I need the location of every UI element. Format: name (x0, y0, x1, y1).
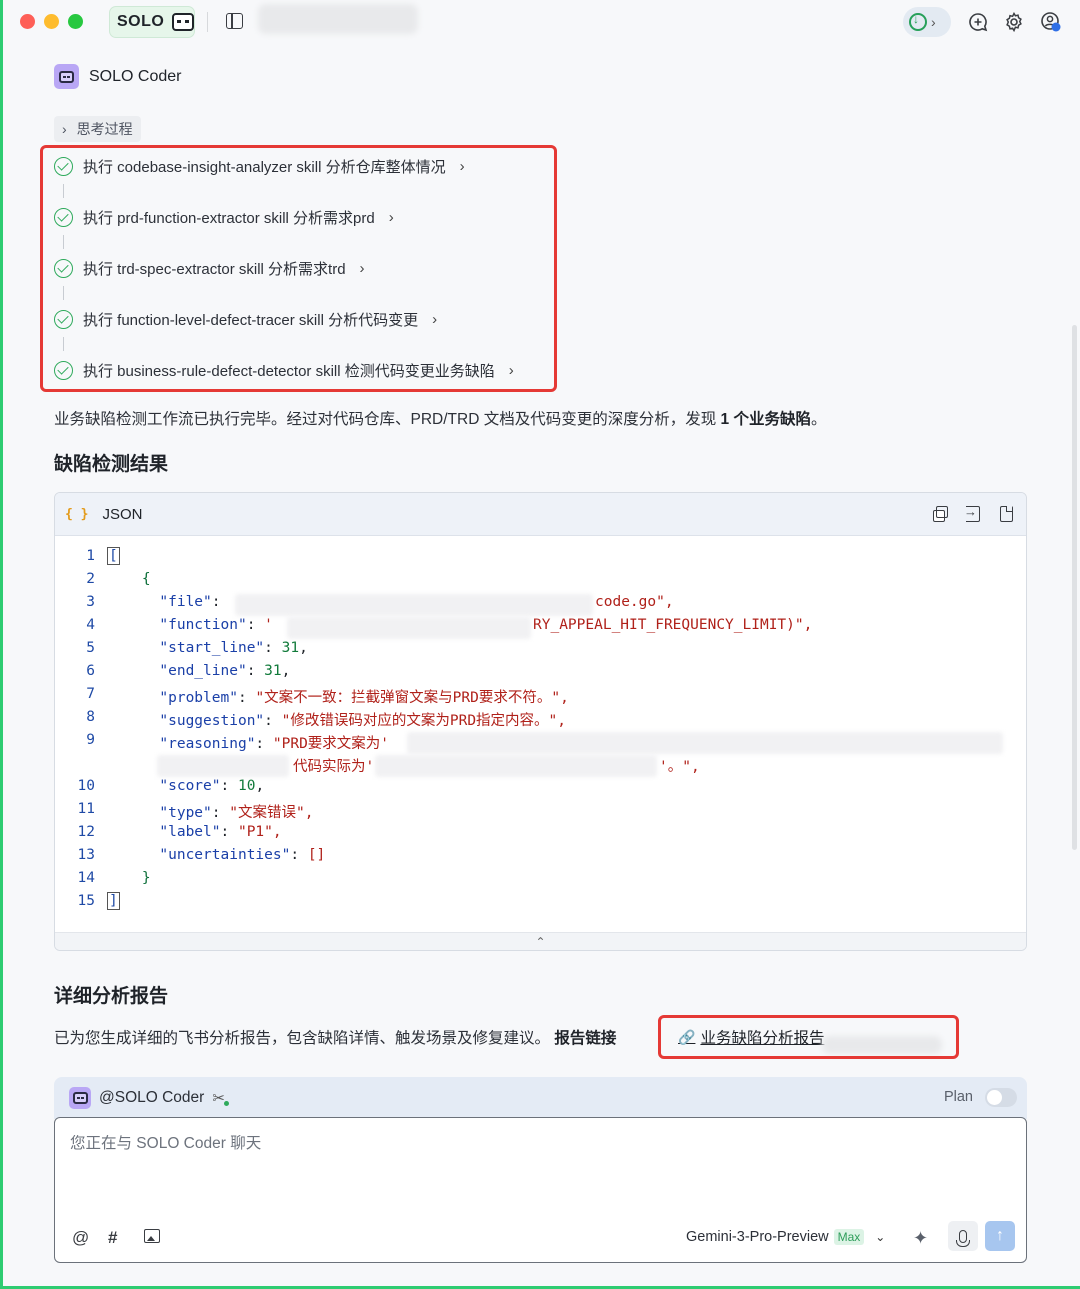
solo-badge-label: SOLO (117, 13, 165, 30)
voice-input-button[interactable] (948, 1221, 978, 1251)
title-bar: SOLO › (0, 0, 1080, 44)
report-text: 已为您生成详细的飞书分析报告，包含缺陷详情、触发场景及修复建议。 报告链接 (54, 1026, 616, 1048)
file-icon[interactable] (997, 505, 1014, 522)
close-window-button[interactable] (20, 14, 35, 29)
model-tier-badge: Max (833, 1229, 865, 1245)
report-body: 已为您生成详细的飞书分析报告，包含缺陷详情、触发场景及修复建议。 (54, 1030, 555, 1047)
collapse-code-button[interactable]: ⌃ (55, 932, 1026, 950)
image-icon[interactable] (144, 1229, 160, 1243)
zoom-window-button[interactable] (68, 14, 83, 29)
model-select[interactable]: Gemini-3-Pro-Preview Max ⌄ (686, 1229, 885, 1245)
composer-header: @SOLO Coder ✂ Plan (54, 1077, 1027, 1119)
robot-icon (72, 1092, 88, 1104)
chevron-up-icon: ⌃ (535, 935, 546, 949)
thinking-process-toggle[interactable]: › 思考过程 (54, 116, 141, 142)
plan-toggle[interactable] (985, 1088, 1017, 1107)
redacted-value (157, 755, 289, 777)
titlebar-divider (207, 12, 208, 32)
model-name: Gemini-3-Pro-Preview (686, 1229, 829, 1245)
chevron-down-icon: ⌄ (875, 1230, 886, 1244)
summary-text: 业务缺陷检测工作流已执行完毕。经过对代码仓库、PRD/TRD 文档及代码变更的深… (54, 407, 826, 429)
send-button[interactable]: ↑ (985, 1221, 1015, 1251)
insert-icon[interactable] (964, 504, 981, 522)
agent-name: SOLO Coder (89, 67, 182, 85)
sidebar-toggle-icon[interactable] (226, 13, 243, 29)
agent-mention[interactable]: @SOLO Coder (99, 1089, 204, 1107)
report-heading: 详细分析报告 (54, 986, 169, 1007)
chevron-right-icon: › (931, 14, 936, 30)
tools-icon[interactable]: ✂ (212, 1089, 229, 1107)
summary-tail: 。 (810, 411, 827, 428)
gear-icon[interactable] (1003, 11, 1025, 33)
chevron-right-icon: › (62, 121, 67, 137)
mention-icon[interactable]: @ (72, 1228, 89, 1248)
report-link-label: 报告链接 (554, 1030, 617, 1047)
code-language: JSON (102, 505, 143, 523)
agent-avatar (69, 1087, 91, 1109)
redacted-value (407, 732, 1003, 754)
results-heading: 缺陷检测结果 (54, 454, 169, 475)
copy-icon[interactable] (931, 505, 948, 522)
redacted-value (375, 755, 657, 777)
new-chat-icon[interactable] (967, 11, 989, 33)
sparkle-icon[interactable]: ✦ (913, 1228, 928, 1249)
highlight-box-steps (40, 145, 557, 392)
update-icon (909, 12, 927, 31)
redacted-title (258, 4, 418, 34)
redacted-value (287, 617, 531, 639)
code-block-header: { } JSON (55, 493, 1026, 536)
summary-defect-count: 1 个业务缺陷 (720, 411, 811, 428)
arrow-up-icon: ↑ (996, 1227, 1004, 1244)
scrollbar[interactable] (1072, 325, 1077, 850)
robot-icon (59, 70, 74, 83)
agent-header: SOLO Coder (54, 64, 181, 89)
thinking-label: 思考过程 (76, 121, 133, 137)
code-tools (931, 504, 1014, 522)
highlight-box-report-link (658, 1015, 959, 1059)
minimize-window-button[interactable] (44, 14, 59, 29)
solo-logo-icon (172, 13, 194, 31)
json-code-block: { } JSON 1[ 2 { 3 "file": code.go", 4 "f… (54, 492, 1027, 951)
plan-label: Plan (943, 1089, 973, 1105)
redacted-value (235, 594, 593, 616)
solo-mode-badge[interactable]: SOLO (109, 6, 195, 38)
update-button[interactable]: › (903, 7, 951, 37)
hash-icon[interactable]: # (108, 1228, 117, 1248)
agent-avatar (54, 64, 79, 89)
window-edge (0, 0, 3, 1289)
summary-body: 业务缺陷检测工作流已执行完毕。经过对代码仓库、PRD/TRD 文档及代码变更的深… (54, 411, 721, 428)
braces-icon: { } (65, 506, 89, 522)
chat-input[interactable] (70, 1135, 870, 1153)
account-icon[interactable] (1040, 11, 1062, 33)
composer: @ # Gemini-3-Pro-Preview Max ⌄ ✦ ↑ (54, 1117, 1027, 1263)
microphone-icon (956, 1229, 970, 1247)
